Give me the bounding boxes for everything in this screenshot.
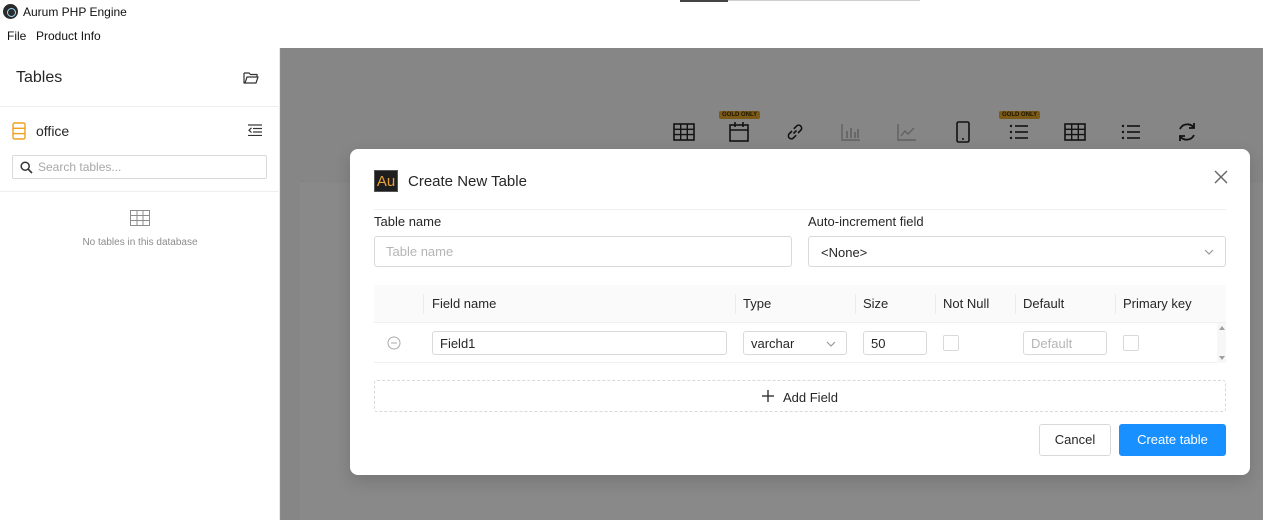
app-logo-icon xyxy=(3,4,18,19)
table-search xyxy=(12,155,267,179)
chevron-down-icon xyxy=(1204,249,1214,255)
auto-increment-value: <None> xyxy=(821,245,868,260)
field-name-input[interactable] xyxy=(432,331,727,355)
collapse-menu-icon[interactable] xyxy=(248,124,262,136)
auto-increment-select[interactable]: <None> xyxy=(808,236,1226,267)
column-primary-key: Primary key xyxy=(1123,296,1192,311)
divider xyxy=(0,191,280,192)
not-null-checkbox[interactable] xyxy=(943,335,959,351)
table-name-input[interactable] xyxy=(374,236,792,267)
column-default: Default xyxy=(1023,296,1065,311)
column-divider xyxy=(1115,294,1116,314)
column-divider xyxy=(855,294,856,314)
search-input[interactable] xyxy=(38,158,260,176)
field-size-input[interactable] xyxy=(863,331,927,355)
plus-icon xyxy=(762,390,774,402)
table-name-label: Table name xyxy=(374,214,442,229)
window-title: Aurum PHP Engine xyxy=(23,5,127,19)
empty-table-icon xyxy=(130,210,150,226)
menu-file[interactable]: File xyxy=(7,29,26,43)
divider xyxy=(374,209,1226,210)
menu-product-info[interactable]: Product Info xyxy=(36,29,101,43)
empty-state-text: No tables in this database xyxy=(82,237,198,248)
column-field-name: Field name xyxy=(432,296,497,311)
menu-bar: File Product Info xyxy=(0,24,1263,48)
table-row: varchar xyxy=(374,323,1217,363)
column-type: Type xyxy=(743,296,772,311)
scroll-up-icon[interactable] xyxy=(1219,326,1225,330)
app-logo: Au xyxy=(374,170,398,192)
auto-increment-label: Auto-increment field xyxy=(808,214,924,229)
database-name[interactable]: office xyxy=(36,123,69,139)
open-folder-icon[interactable] xyxy=(243,71,259,85)
default-value-input[interactable] xyxy=(1023,331,1107,355)
column-divider xyxy=(423,294,424,314)
column-not-null: Not Null xyxy=(943,296,990,311)
divider xyxy=(0,106,280,107)
sidebar: Tables office No tables in this database xyxy=(0,48,280,520)
title-bar: Aurum PHP Engine xyxy=(0,0,1263,24)
primary-key-checkbox[interactable] xyxy=(1123,335,1139,351)
fields-table-header: Field name Type Size Not Null Default Pr… xyxy=(374,285,1226,323)
column-divider xyxy=(735,294,736,314)
create-table-button[interactable]: Create table xyxy=(1119,424,1226,456)
table-scrollbar[interactable] xyxy=(1217,323,1226,363)
tab-indicator xyxy=(680,0,920,2)
chevron-down-icon xyxy=(826,341,836,347)
remove-field-icon[interactable] xyxy=(387,336,401,350)
field-type-select[interactable]: varchar xyxy=(743,331,847,355)
cancel-button[interactable]: Cancel xyxy=(1039,424,1111,456)
field-type-value: varchar xyxy=(751,336,795,351)
column-divider xyxy=(935,294,936,314)
sidebar-title: Tables xyxy=(16,69,63,86)
database-icon xyxy=(12,122,26,140)
search-icon xyxy=(20,161,33,174)
create-table-dialog: Au Create New Table Table name Auto-incr… xyxy=(350,149,1250,475)
add-field-button[interactable]: Add Field xyxy=(374,380,1226,412)
column-size: Size xyxy=(863,296,889,311)
scroll-down-icon[interactable] xyxy=(1219,356,1225,360)
close-icon[interactable] xyxy=(1214,170,1228,184)
dialog-title: Create New Table xyxy=(408,173,527,190)
add-field-label: Add Field xyxy=(783,390,838,405)
column-divider xyxy=(1015,294,1016,314)
